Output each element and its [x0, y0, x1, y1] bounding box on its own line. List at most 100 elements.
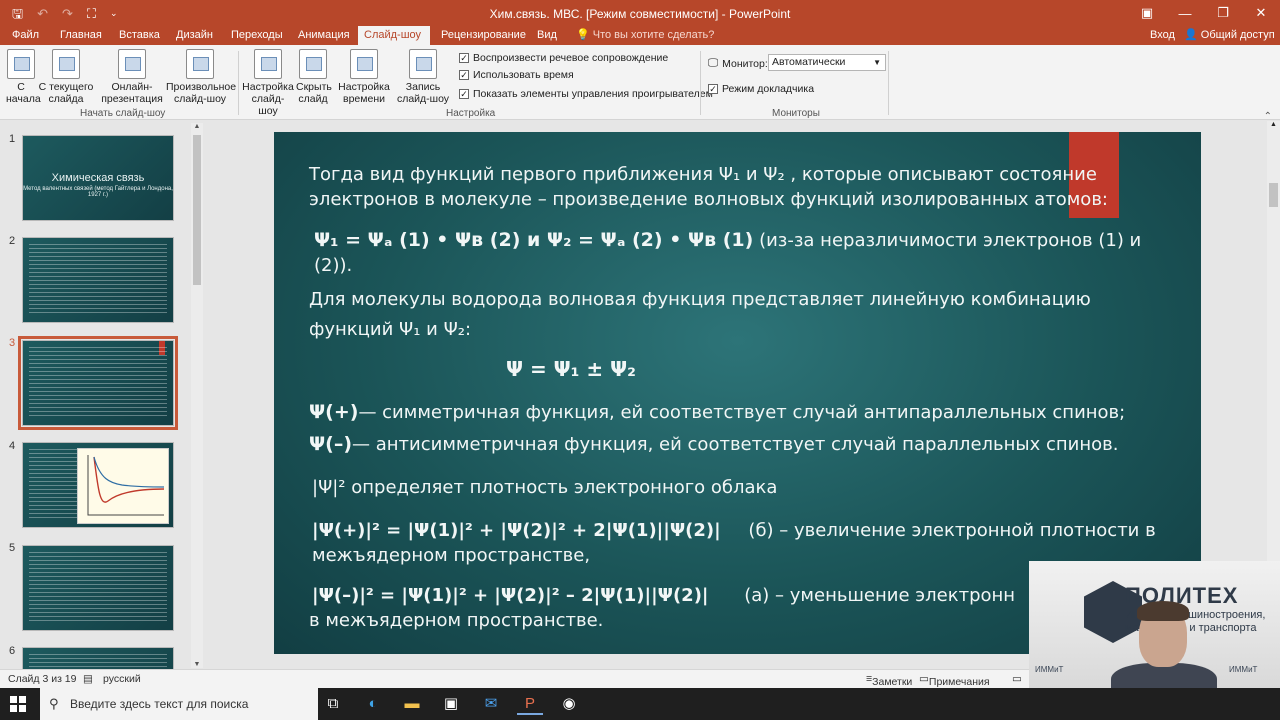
increase-formula: |Ψ(+)|² = |Ψ(1)|² + |Ψ(2)|² + 2|Ψ(1)||Ψ(… — [312, 520, 721, 541]
slide-thumbnail-4[interactable] — [22, 442, 174, 528]
from-current-slide-label: С текущего слайда — [38, 81, 94, 105]
chevron-down-icon: ▼ — [873, 58, 881, 67]
search-placeholder: Введите здесь текст для поиска — [70, 697, 249, 711]
normal-view-icon[interactable]: ▭ — [1012, 673, 1022, 685]
thumbnail-subtitle: Метод валентных связей (метод Гайтлера и… — [23, 186, 173, 198]
thumbnail-number: 2 — [9, 235, 16, 247]
tab-home[interactable]: Главная — [54, 26, 108, 45]
minimize-button[interactable]: — — [1166, 0, 1204, 26]
close-button[interactable]: ✕ — [1242, 0, 1280, 26]
file-explorer-icon[interactable]: ▬ — [399, 693, 425, 715]
customize-qat-icon[interactable]: ⌄ — [110, 8, 118, 18]
slide-thumbnail-pane: 1 Химическая связь Метод валентных связе… — [0, 121, 206, 669]
sign-in-link[interactable]: Вход — [1150, 26, 1175, 45]
person-icon: 👤 — [1184, 29, 1198, 41]
slide-thumbnail-3[interactable] — [18, 336, 178, 430]
symmetric-symbol: Ψ(+) — [309, 401, 359, 423]
tab-slideshow[interactable]: Слайд-шоу — [358, 26, 430, 45]
use-timings-checkbox[interactable]: ✓ Использовать время — [459, 69, 574, 81]
maximize-button[interactable]: ❐ — [1204, 0, 1242, 26]
slide-thumbnail-5[interactable] — [22, 545, 174, 631]
thumbnail-text-lines — [29, 347, 167, 419]
group-label-monitors: Мониторы — [772, 108, 820, 119]
thumbnail-text-lines — [29, 244, 167, 316]
from-beginning-button[interactable]: С начала — [6, 49, 41, 105]
antisymmetric-text: — антисимметричная функция, ей соответст… — [352, 434, 1119, 455]
thumbnail-number: 6 — [9, 645, 16, 657]
spellcheck-icon[interactable]: ▤ — [83, 673, 93, 685]
tell-me-box[interactable]: 💡 Что вы хотите сделать? — [576, 26, 714, 45]
save-icon[interactable]: 🖫 — [12, 7, 23, 20]
scrollbar-thumb[interactable] — [1269, 183, 1278, 207]
monitor-select-value: Автоматически — [772, 56, 846, 68]
tab-view[interactable]: Вид — [531, 26, 563, 45]
notes-button[interactable]: ≡ Заметки — [866, 673, 912, 688]
slide-paragraph-density: |Ψ|² определяет плотность электронного о… — [312, 475, 1172, 500]
narrations-checkbox[interactable]: ✓ Воспроизвести речевое сопровождение — [459, 52, 668, 64]
mail-icon[interactable]: ✉ — [478, 693, 504, 715]
setup-slideshow-label: Настройка слайд-шоу — [242, 81, 294, 117]
windows-start-icon[interactable] — [10, 696, 26, 712]
presenter-video — [1111, 601, 1217, 688]
stopwatch-icon — [350, 49, 378, 79]
presenter-view-checkbox[interactable]: ✓ Режим докладчика — [708, 83, 814, 95]
slideshow-start-icon[interactable]: ⛶ — [87, 7, 96, 20]
powerpoint-app-icon[interactable]: P — [517, 693, 543, 715]
slide-thumbnail-2[interactable] — [22, 237, 174, 323]
slide-thumbnail-6[interactable] — [22, 647, 174, 669]
setup-slideshow-button[interactable]: Настройка слайд-шоу — [242, 49, 294, 117]
monitor-select[interactable]: Автоматически ▼ — [768, 54, 886, 71]
slide-paragraph-antisymmetric: Ψ(–)— антисимметричная функция, ей соотв… — [309, 432, 1189, 457]
scroll-up-icon[interactable]: ▲ — [1267, 121, 1280, 128]
language-indicator[interactable]: русский — [103, 673, 141, 685]
scroll-down-icon[interactable]: ▼ — [191, 661, 203, 668]
tab-review[interactable]: Рецензирование — [435, 26, 532, 45]
media-controls-checkbox[interactable]: ✓ Показать элементы управления проигрыва… — [459, 88, 713, 100]
energy-curve-graphic — [87, 455, 165, 516]
check-icon: ✓ — [708, 84, 718, 94]
thumbnail-text-lines — [29, 654, 167, 669]
slide-thumbnail-1[interactable]: Химическая связь Метод валентных связей … — [22, 135, 174, 221]
windows-taskbar: ⚲ Введите здесь текст для поиска ⧉ ◐ ▬ ▣… — [0, 688, 1280, 720]
hide-slide-button[interactable]: Скрыть слайд — [296, 49, 332, 105]
share-button[interactable]: 👤 Общий доступ — [1184, 26, 1275, 45]
webcam-tag: ИММиТ — [1035, 665, 1064, 674]
scroll-up-icon[interactable]: ▲ — [191, 123, 203, 130]
from-beginning-label: С начала — [6, 81, 41, 105]
presenter-hair — [1137, 601, 1189, 621]
custom-slideshow-button[interactable]: Произвольное слайд-шоу — [166, 49, 237, 105]
title-bar: 🖫 ↶ ↷ ⛶ ⌄ Хим.связь. МВС. [Режим совмест… — [0, 0, 1280, 26]
present-online-button[interactable]: Онлайн-презентация — [100, 49, 164, 105]
density-text: определяет плотность электронного облака — [345, 477, 778, 498]
tab-design[interactable]: Дизайн — [170, 26, 219, 45]
thumbnail-graph — [77, 448, 169, 524]
tab-insert[interactable]: Вставка — [113, 26, 166, 45]
ribbon-display-options-icon[interactable]: ▣ — [1128, 0, 1166, 26]
setup-slideshow-icon — [254, 49, 282, 79]
from-current-slide-button[interactable]: С текущего слайда — [38, 49, 94, 105]
task-view-icon[interactable]: ⧉ — [320, 693, 346, 715]
thumbnail-number: 1 — [9, 133, 16, 145]
tab-transitions[interactable]: Переходы — [225, 26, 289, 45]
tab-animation[interactable]: Анимация — [292, 26, 356, 45]
slideshow-beginning-icon — [7, 49, 35, 79]
decrease-formula: |Ψ(–)|² = |Ψ(1)|² + |Ψ(2)|² – 2|Ψ(1)||Ψ(… — [312, 585, 709, 606]
thumbnail-title: Химическая связь — [51, 172, 145, 184]
rehearse-timings-button[interactable]: Настройка времени — [338, 49, 390, 105]
obs-app-icon[interactable]: ◉ — [556, 693, 582, 715]
taskbar-search-box[interactable]: ⚲ Введите здесь текст для поиска — [40, 688, 318, 720]
redo-icon[interactable]: ↷ — [62, 7, 73, 20]
edge-browser-icon[interactable]: ◐ — [360, 693, 386, 715]
thumbnail-number: 4 — [9, 440, 16, 452]
group-label-setup: Настройка — [446, 108, 496, 119]
custom-slideshow-label: Произвольное слайд-шоу — [166, 81, 237, 105]
undo-icon[interactable]: ↶ — [37, 7, 48, 20]
present-online-label: Онлайн-презентация — [101, 81, 163, 105]
store-icon[interactable]: ▣ — [438, 693, 464, 715]
thumbnail-scrollbar[interactable]: ▲ ▼ — [191, 123, 203, 668]
record-slideshow-button[interactable]: Запись слайд-шоу — [392, 49, 454, 105]
tab-file[interactable]: Файл — [6, 26, 45, 45]
scrollbar-thumb[interactable] — [193, 135, 201, 285]
presenter-view-label: Режим докладчика — [722, 83, 815, 95]
comments-button[interactable]: ▭ Примечания — [919, 673, 990, 688]
